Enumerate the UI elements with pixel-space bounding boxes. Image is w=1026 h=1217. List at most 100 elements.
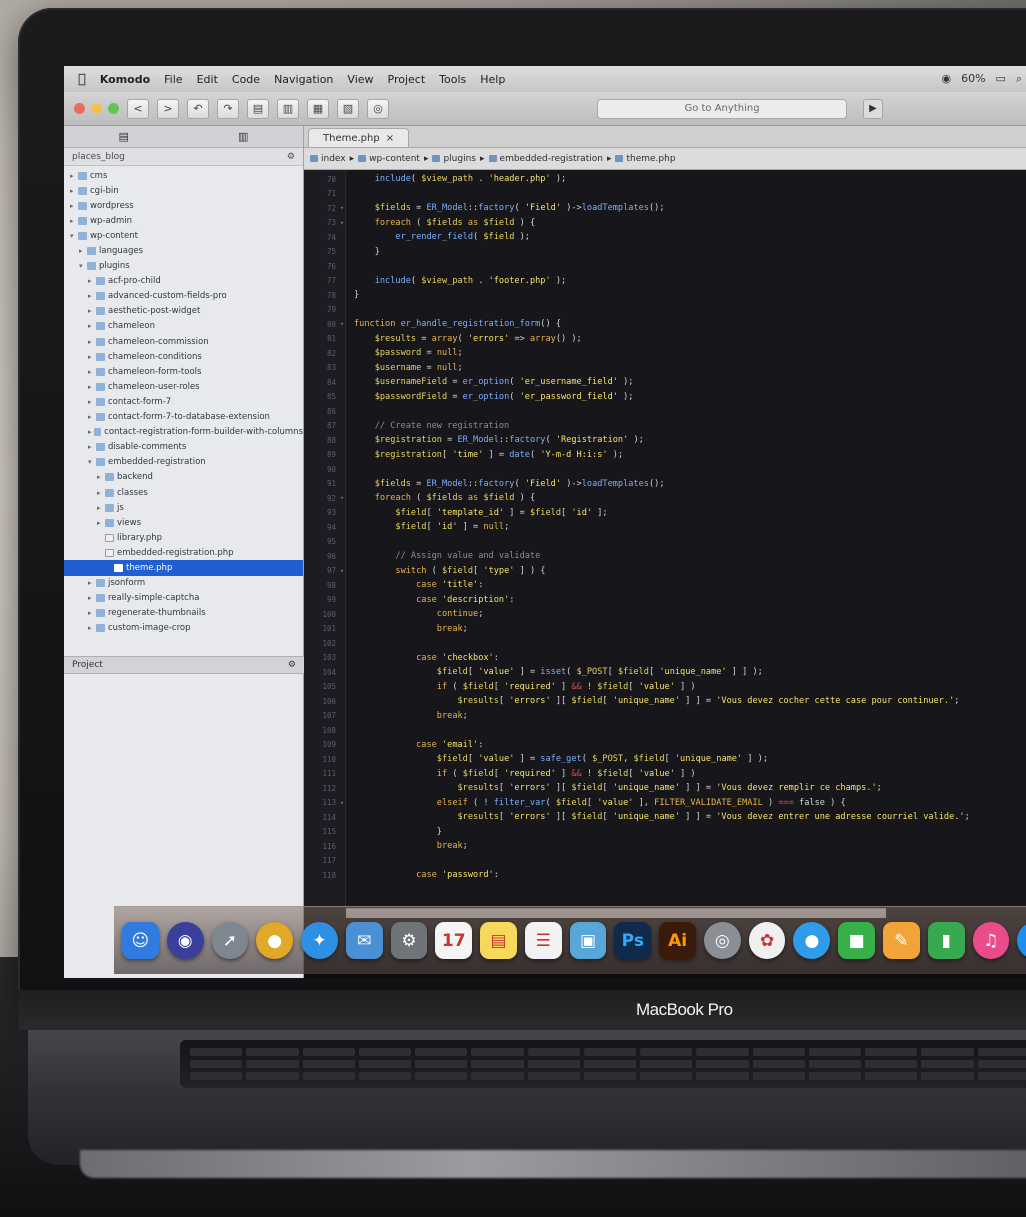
calendar-icon[interactable]: 17 [435,922,473,959]
mail-icon[interactable]: ✉ [345,922,383,959]
tree-folder[interactable]: ▸ aesthetic-post-widget [64,304,303,319]
tree-folder[interactable]: ▸ contact-form-7 [64,394,303,409]
reminders-icon[interactable]: ☰ [524,922,562,959]
fold-toggle-icon[interactable]: ▾ [340,799,348,807]
tree-folder[interactable]: ▸ classes [64,485,303,500]
disclosure-icon[interactable]: ▸ [70,187,78,195]
code-tab[interactable]: ▥ [238,130,248,143]
tree-folder[interactable]: ▸ js [64,500,303,515]
keychain-icon[interactable]: ◎ [703,922,741,959]
run-icon[interactable]: ▶ [863,98,883,119]
battery-icon[interactable]: ▭ [996,72,1006,86]
tree-folder[interactable]: ▸ custom-image-crop [64,621,303,636]
tree-folder[interactable]: ▸ contact-registration-form-builder-with-… [64,425,303,440]
tree-folder[interactable]: ▾ embedded-registration [64,455,303,470]
preview-icon[interactable]: ▣ [569,922,607,959]
disclosure-icon[interactable]: ▸ [97,519,105,527]
tree-folder[interactable]: ▾ wp-content [64,228,303,243]
launchpad-icon[interactable]: ➚ [211,922,249,959]
project-settings-icon[interactable]: ⚙ [288,660,296,670]
disclosure-icon[interactable]: ▸ [88,338,96,346]
fold-toggle-icon[interactable]: ▾ [340,320,348,328]
notes-icon[interactable]: ▤ [480,922,517,959]
tree-file[interactable]: library.php [64,530,303,545]
fold-toggle-icon[interactable]: ▾ [340,494,348,502]
disclosure-icon[interactable]: ▸ [97,504,105,512]
go-to-anything-search[interactable]: Go to Anything [597,98,847,119]
photos-icon[interactable]: ✿ [748,922,786,959]
breadcrumb-item[interactable]: wp-content [358,154,420,164]
menu-item-navigation[interactable]: Navigation [274,73,333,86]
tree-folder[interactable]: ▸ cms [64,168,303,183]
open-file-button[interactable]: ▥ [277,98,299,119]
disclosure-icon[interactable]: ▸ [79,247,87,255]
tree-folder[interactable]: ▸ backend [64,470,303,485]
status-item[interactable]: ◉ [941,72,951,86]
tree-folder[interactable]: ▸ cgi-bin [64,183,303,198]
safari-icon[interactable]: ✦ [301,922,338,959]
illustrator-icon[interactable]: Ai [659,922,696,959]
itunes-icon[interactable]: ♫ [972,922,1010,959]
disclosure-icon[interactable]: ▸ [88,322,96,330]
tree-folder[interactable]: ▸ wp-admin [64,213,303,228]
tab-close-icon[interactable]: × [386,133,394,144]
disclosure-icon[interactable]: ▸ [88,398,96,406]
fold-toggle-icon[interactable]: ▾ [340,219,348,227]
disclosure-icon[interactable]: ▸ [88,413,96,421]
zoom-window-button[interactable] [108,103,119,114]
menu-item-code[interactable]: Code [232,73,260,86]
menu-item-project[interactable]: Project [388,73,426,86]
disclosure-icon[interactable]: ▸ [70,172,78,180]
tree-folder[interactable]: ▸ acf-pro-child [64,274,303,289]
tree-folder[interactable]: ▸ advanced-custom-fields-pro [64,289,303,304]
new-file-button[interactable]: ▤ [247,98,269,119]
tree-folder[interactable]: ▸ wordpress [64,198,303,213]
photoshop-icon[interactable]: Ps [614,922,652,959]
tree-file[interactable]: theme.php [64,560,303,576]
fold-toggle-icon[interactable]: ▾ [340,567,348,575]
breadcrumb-item[interactable]: plugins [432,154,476,164]
menu-item-tools[interactable]: Tools [439,73,466,86]
menu-item-file[interactable]: File [164,73,182,86]
back-button[interactable]: < [127,98,149,119]
disclosure-icon[interactable]: ▸ [97,473,105,481]
app-store-icon[interactable]: A [1017,922,1026,959]
disclosure-icon[interactable]: ▸ [88,368,96,376]
tree-folder[interactable]: ▸ disable-comments [64,440,303,455]
breadcrumb-item[interactable]: index [310,154,346,164]
debug-button[interactable]: ◎ [367,98,389,119]
disclosure-icon[interactable]: ▾ [79,262,87,270]
disclosure-icon[interactable]: ▾ [70,232,78,240]
disclosure-icon[interactable]: ▾ [88,458,96,466]
disclosure-icon[interactable]: ▸ [88,624,96,632]
disclosure-icon[interactable]: ▸ [88,292,96,300]
disclosure-icon[interactable]: ▸ [88,383,96,391]
disclosure-icon[interactable]: ▸ [97,489,105,497]
tree-file[interactable]: embedded-registration.php [64,545,303,560]
tree-folder[interactable]: ▸ contact-form-7-to-database-extension [64,410,303,425]
places-settings-icon[interactable]: ⚙ [287,152,295,162]
numbers-icon[interactable]: ▮ [927,922,965,959]
tree-folder[interactable]: ▸ really-simple-captcha [64,591,303,606]
tree-folder[interactable]: ▸ chameleon-form-tools [64,364,303,379]
menu-item-view[interactable]: View [347,73,373,86]
code-editor[interactable]: 70 include( $view_path . 'header.php' );… [304,170,1026,918]
disclosure-icon[interactable]: ▸ [88,443,96,451]
tree-folder[interactable]: ▸ jsonform [64,576,303,591]
tree-folder[interactable]: ▸ regenerate-thumbnails [64,606,303,621]
apple-menu-icon[interactable]:  [78,72,86,87]
disclosure-icon[interactable]: ▸ [88,277,96,285]
tree-folder[interactable]: ▸ chameleon-user-roles [64,379,303,394]
disclosure-icon[interactable]: ▸ [88,353,96,361]
fold-toggle-icon[interactable]: ▾ [340,204,348,212]
facetime-icon[interactable]: ■ [838,922,876,959]
close-window-button[interactable] [74,103,85,114]
system-preferences-icon[interactable]: ⚙ [390,922,428,959]
battery-status[interactable]: 60% [961,72,985,86]
places-tab[interactable]: ▤ [119,130,129,143]
tree-folder[interactable]: ▸ chameleon [64,319,303,334]
finder-icon[interactable]: ☺ [122,922,159,959]
sync-button[interactable]: ▧ [337,98,359,119]
tree-folder[interactable]: ▸ chameleon-commission [64,334,303,349]
minimize-window-button[interactable] [91,103,102,114]
